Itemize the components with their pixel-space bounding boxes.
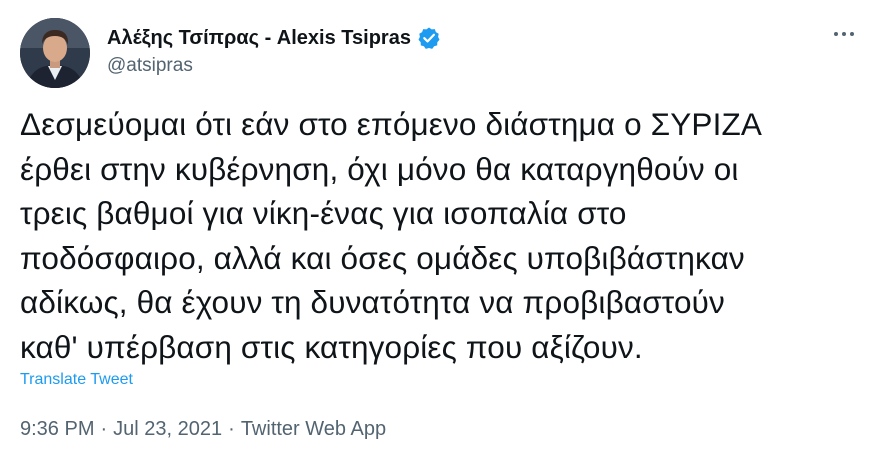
tweet-text-line: έρθει στην κυβέρνηση, όχι μόνο θα καταργ… [20,150,739,187]
tweet-time[interactable]: 9:36 PM [20,418,94,440]
tweet-text-line: καθ' υπέρβαση στις κατηγορίες που αξίζου… [20,328,643,365]
tweet-date[interactable]: Jul 23, 2021 [113,418,222,440]
meta-separator: · [228,418,235,440]
author-display-name[interactable]: Αλέξης Τσίπρας - Alexis Tsipras [107,27,411,50]
profile-photo-icon [20,18,90,88]
translate-tweet-link[interactable]: Translate Tweet [20,371,133,389]
tweet-meta: 9:36 PM · Jul 23, 2021 · Twitter Web App [20,418,386,441]
meta-separator: · [100,418,108,440]
tweet-text: Δεσμεύομαι ότι εάν στο επόμενο διάστημα … [20,102,870,369]
author-handle[interactable]: @atsipras [107,55,193,77]
tweet-text-line: Δεσμεύομαι ότι εάν στο επόμενο διάστημα … [20,106,763,142]
tweet-text-line: τρεις βαθμοί για νίκη-ένας για ισοπαλία … [20,195,627,231]
avatar[interactable] [20,18,90,88]
author-row: Αλέξης Τσίπρας - Alexis Tsipras [107,23,441,53]
tweet-text-line: αδίκως, θα έχουν τη δυνατότητα να προβιβ… [20,284,725,320]
tweet-card: Αλέξης Τσίπρας - Alexis Tsipras @atsipra… [0,0,880,459]
verified-badge-icon [417,26,441,50]
tweet-source-link[interactable]: Twitter Web App [241,418,386,440]
more-dots-icon[interactable] [830,20,858,48]
tweet-text-line: ποδόσφαιρο, αλλά και όσες ομάδες υποβιβά… [20,239,745,276]
